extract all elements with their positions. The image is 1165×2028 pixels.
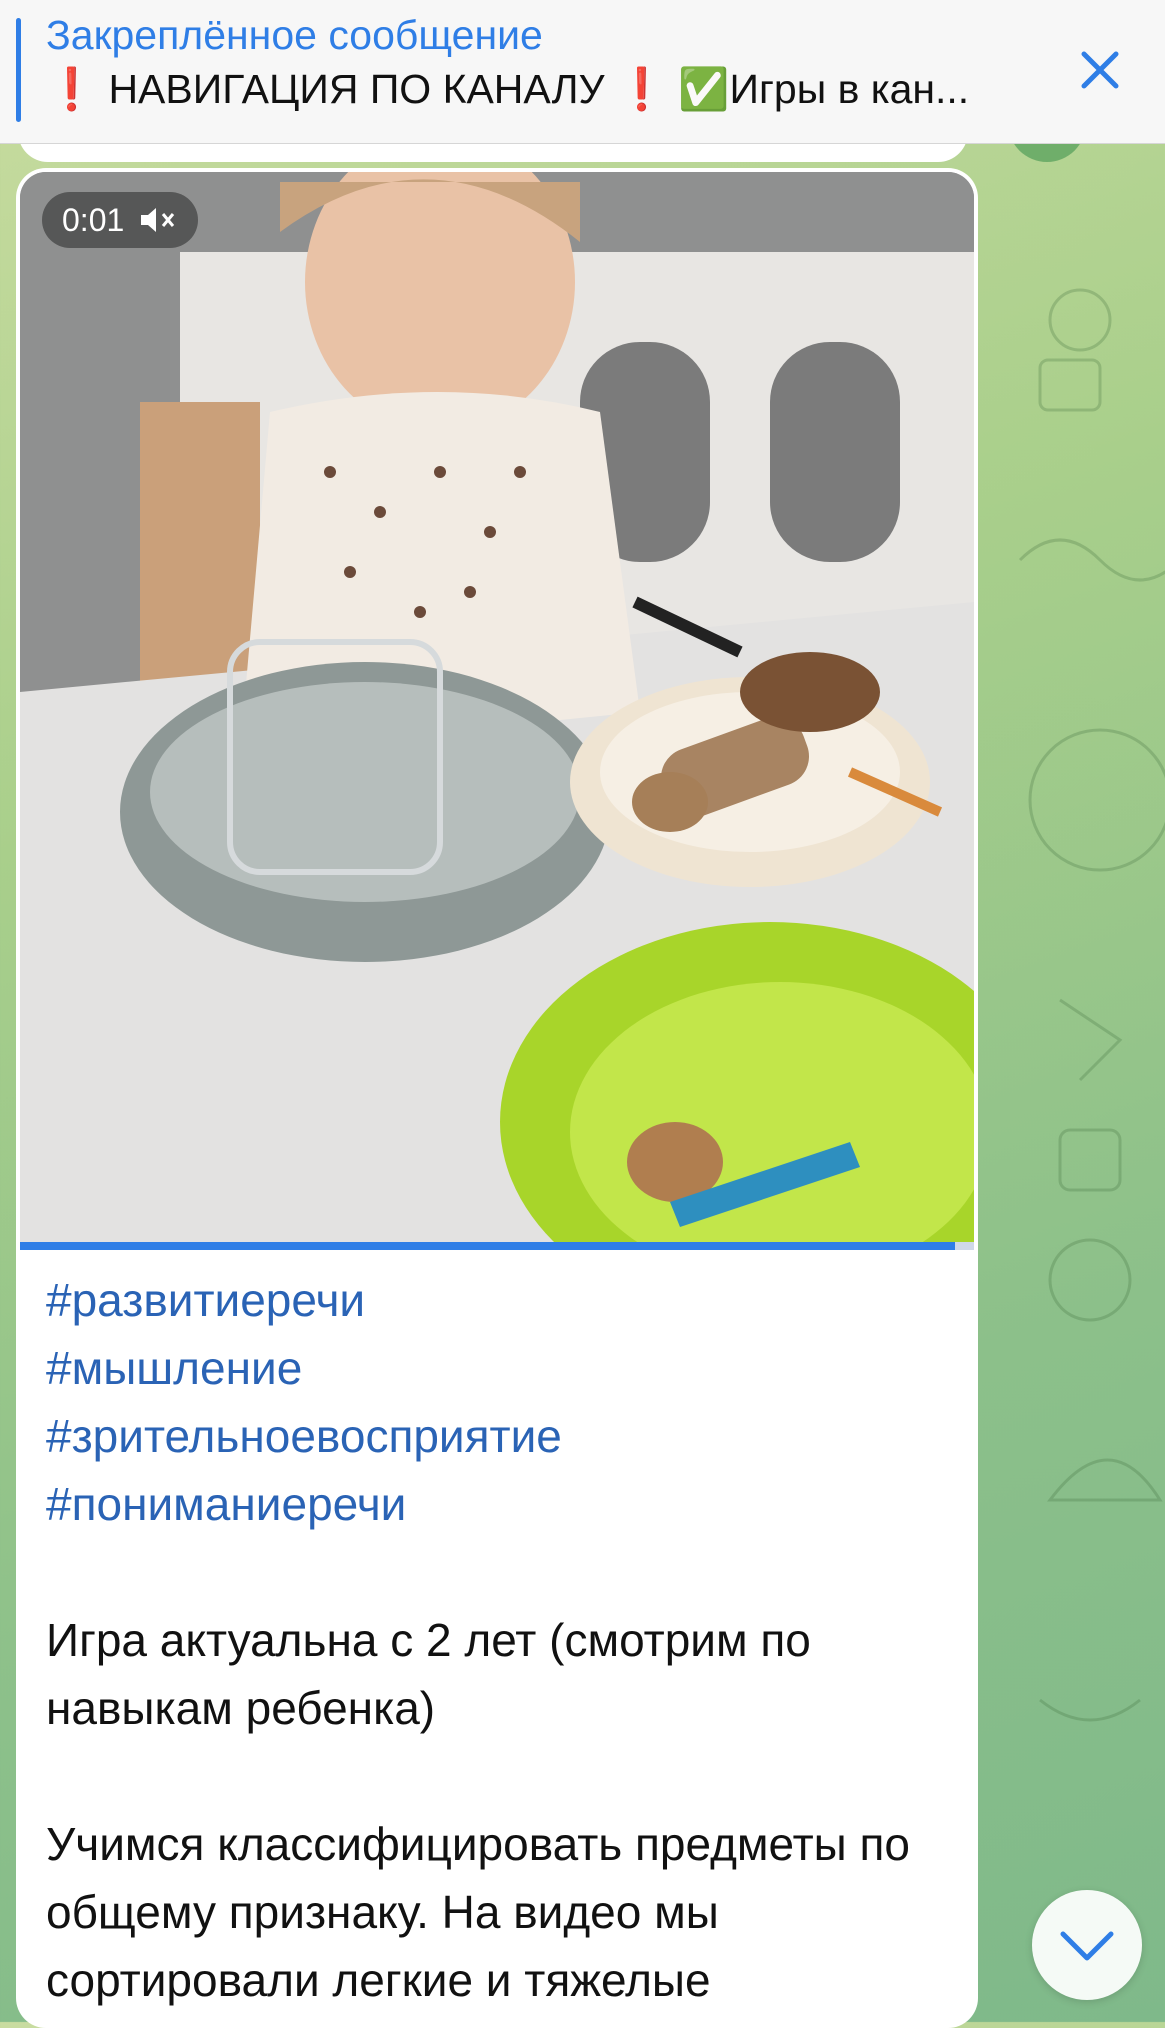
close-icon[interactable]: [1070, 40, 1130, 100]
hashtag-link[interactable]: #пониманиеречи: [46, 1470, 946, 1538]
pinned-accent-line: [16, 18, 21, 122]
video-progress-bar[interactable]: [20, 1242, 974, 1250]
video-duration-badge: 0:01: [42, 192, 199, 248]
muted-speaker-icon[interactable]: [138, 205, 178, 235]
pinned-title: Закреплённое сообщение: [46, 12, 543, 58]
message-paragraph: Учимся классифицировать предметы по обще…: [46, 1818, 911, 2006]
message-bubble: 0:01 #развитиеречи #мышление #зрительное…: [16, 168, 978, 2028]
hashtag-link[interactable]: #зрительноевосприятие: [46, 1402, 946, 1470]
message-paragraph: Игра актуальна с 2 лет (смотрим по навык…: [46, 1614, 811, 1734]
scroll-down-button[interactable]: [1032, 1890, 1142, 2000]
pinned-text: ❗️ НАВИГАЦИЯ ПО КАНАЛУ ❗️ ✅Игры в кан...: [46, 66, 970, 112]
hashtag-link[interactable]: #развитиеречи: [46, 1266, 946, 1334]
chevron-down-icon: [1060, 1931, 1114, 1961]
video-frame: [20, 172, 974, 1248]
video-player[interactable]: 0:01: [20, 172, 974, 1248]
video-duration: 0:01: [62, 201, 125, 238]
pinned-message-bar[interactable]: Закреплённое сообщение ❗️ НАВИГАЦИЯ ПО К…: [0, 0, 1165, 144]
message-caption: #развитиеречи #мышление #зрительноевоспр…: [46, 1266, 946, 2014]
video-progress-fill: [20, 1242, 955, 1250]
hashtag-link[interactable]: #мышление: [46, 1334, 946, 1402]
